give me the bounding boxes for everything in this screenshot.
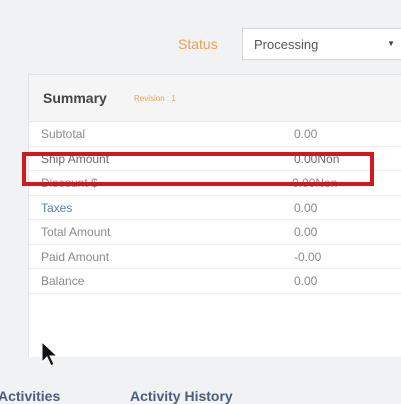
summary-title: Summary (43, 90, 107, 106)
summary-panel: Summary Revision : 1 Subtotal 0.00 Ship … (28, 74, 401, 357)
revision-label: Revision : 1 (134, 94, 176, 103)
status-label: Status (178, 36, 218, 52)
taxes-link[interactable]: Taxes (41, 201, 72, 215)
mouse-cursor-icon (41, 340, 59, 367)
row-balance: Balance 0.00 (29, 269, 401, 294)
status-dropdown[interactable]: Processing ▼ (242, 28, 401, 60)
row-value: -0.00 (294, 249, 322, 264)
row-taxes[interactable]: Taxes 0.00 (29, 196, 401, 220)
row-label: Balance (41, 274, 85, 288)
ship-amount-highlight-box (22, 152, 374, 186)
tab-activities[interactable]: Activities (0, 388, 60, 404)
row-paid-amount: Paid Amount -0.00 (29, 245, 401, 269)
row-value: 0.00 (294, 127, 318, 141)
row-label: Paid Amount (41, 249, 110, 264)
summary-header: Summary Revision : 1 (29, 75, 401, 122)
row-label: Subtotal (41, 127, 86, 141)
row-value: 0.00 (294, 225, 318, 239)
status-selected-value: Processing (254, 37, 319, 52)
chevron-down-icon: ▼ (387, 39, 395, 48)
row-value: 0.00 (294, 274, 318, 288)
bottom-tabs: Activities Activity History (0, 384, 401, 404)
row-label: Total Amount (41, 225, 111, 239)
row-total-amount: Total Amount 0.00 (29, 220, 401, 245)
summary-rows: Subtotal 0.00 Ship Amount 0.00Non Discou… (29, 122, 401, 294)
row-value: 0.00 (294, 200, 318, 215)
status-bar: Status Processing ▼ (0, 28, 401, 62)
tab-activity-history[interactable]: Activity History (130, 388, 233, 404)
row-subtotal: Subtotal 0.00 (29, 122, 401, 147)
